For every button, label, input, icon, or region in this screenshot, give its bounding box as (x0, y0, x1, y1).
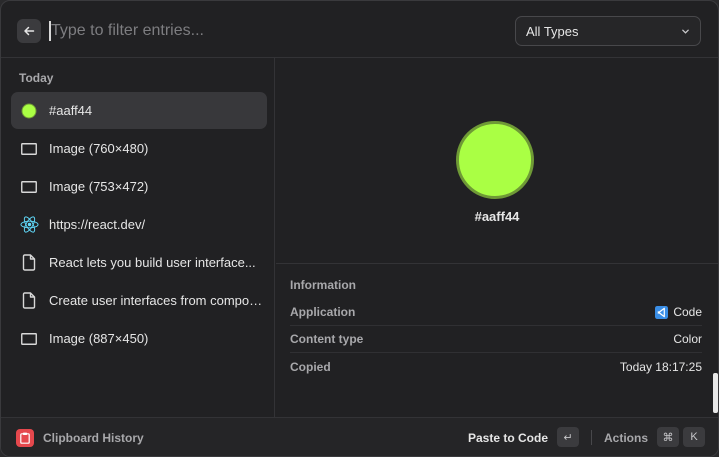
color-dot-icon (19, 101, 39, 121)
image-icon (19, 329, 39, 349)
list-item[interactable]: https://react.dev/ (11, 206, 267, 243)
info-key: Copied (290, 359, 331, 374)
command-key-hint: ⌘ (657, 427, 679, 447)
enter-key-hint: ↵ (557, 427, 579, 447)
list-item-label: Image (753×472) (49, 179, 149, 194)
list-item[interactable]: #aaff44 (11, 92, 267, 129)
info-key: Content type (290, 332, 364, 346)
list-item-label: React lets you build user interface... (49, 255, 256, 270)
list-item-label: Image (887×450) (49, 331, 149, 346)
back-button[interactable] (17, 19, 41, 43)
clipboard-icon (16, 429, 34, 447)
list-item[interactable]: React lets you build user interface... (11, 244, 267, 281)
react-icon (19, 215, 39, 235)
information-title: Information (290, 278, 356, 292)
entries-list: Today #aaff44 Image (760×480) Image (753… (1, 58, 275, 417)
chevron-down-icon (682, 29, 689, 34)
k-key-hint: K (683, 427, 705, 447)
clipboard-history-window: All Types Today #aaff44 Image (760×480) … (0, 0, 719, 457)
list-item[interactable]: Image (760×480) (11, 130, 267, 167)
vscode-icon (655, 305, 669, 319)
information-panel: Information Application Code Content typ… (276, 265, 718, 417)
paste-to-code-button[interactable]: Paste to Code (468, 431, 548, 445)
window-edge-indicator (713, 373, 718, 413)
type-filter-dropdown[interactable]: All Types (515, 16, 701, 46)
info-row-copied: Copied Today 18:17:25 (290, 353, 702, 380)
info-key: Application (290, 305, 356, 319)
divider (591, 430, 592, 445)
search-input[interactable] (51, 17, 491, 45)
info-value: Today 18:17:25 (619, 359, 702, 374)
list-item[interactable]: Image (753×472) (11, 168, 267, 205)
search-bar: All Types (1, 1, 718, 58)
info-value: Code (673, 305, 702, 319)
image-icon (19, 139, 39, 159)
text-file-icon (19, 253, 39, 273)
color-swatch (456, 121, 534, 199)
action-bar: Clipboard History Paste to Code ↵ Action… (1, 417, 718, 456)
color-hex-label: #aaff44 (474, 209, 520, 224)
list-item-label: #aaff44 (49, 103, 93, 118)
info-row-application: Application Code (290, 299, 702, 326)
list-item[interactable]: Create user interfaces from compon... (11, 282, 267, 319)
type-filter-value: All Types (526, 23, 579, 39)
color-preview-pane: #aaff44 (276, 58, 718, 264)
text-file-icon (19, 291, 39, 311)
list-item-label: Create user interfaces from compon... (49, 293, 267, 308)
section-header-today: Today (19, 71, 54, 85)
list-item[interactable]: Image (887×450) (11, 320, 267, 357)
info-value-group: Code (655, 305, 702, 319)
image-icon (19, 177, 39, 197)
info-value: Color (673, 332, 702, 346)
arrow-left-icon (24, 26, 35, 36)
actions-button[interactable]: Actions (604, 431, 648, 445)
list-item-label: https://react.dev/ (49, 217, 146, 232)
extension-title: Clipboard History (43, 431, 144, 445)
list-item-label: Image (760×480) (49, 141, 149, 156)
info-row-content-type: Content type Color (290, 326, 702, 353)
